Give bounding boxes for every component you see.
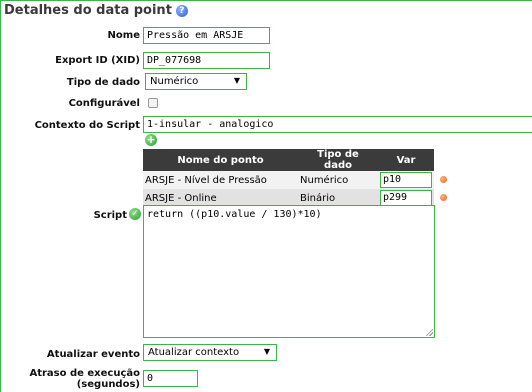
row-actions (434, 189, 456, 207)
table-row: ARSJE - Nível de Pressão Numérico p10 (143, 171, 456, 189)
script-textarea[interactable]: return ((p10.value / 130)*10) (143, 205, 435, 338)
validate-script-icon[interactable]: ✓ (129, 208, 141, 220)
context-label: Contexto do Script (34, 120, 140, 131)
row-point-type: Numérico (298, 171, 378, 189)
context-vars-table: Nome do ponto Tipo de dado Var ARSJE - N… (143, 149, 456, 207)
update-event-value: Atualizar contexto (148, 347, 240, 358)
panel-title: Detalhes do data point ? (4, 3, 188, 18)
remove-icon[interactable] (440, 194, 447, 201)
column-header-actions (434, 149, 456, 171)
row-actions (434, 171, 456, 189)
help-icon[interactable]: ? (175, 4, 188, 17)
name-input[interactable]: Pressão em ARSJE (143, 27, 270, 44)
row-var-cell: p10 (378, 171, 434, 189)
update-event-select[interactable]: Atualizar contexto ▼ (143, 344, 277, 361)
xid-label: Export ID (XID) (55, 55, 140, 66)
var-input[interactable]: p299 (380, 190, 432, 206)
datatype-select-value: Numérico (150, 76, 199, 87)
add-icon[interactable]: + (145, 134, 157, 146)
panel-title-text: Detalhes do data point (4, 3, 172, 18)
settable-checkbox[interactable] (148, 98, 158, 108)
script-text: return ((p10.value / 130)*10) (147, 209, 322, 220)
update-event-label: Atualizar evento (46, 349, 140, 360)
delay-label: Atraso de execução (segundos) (29, 368, 140, 390)
datatype-label: Tipo de dado (66, 77, 140, 88)
settable-label: Configurável (68, 98, 140, 109)
delay-input[interactable]: 0 (143, 370, 198, 387)
column-header-type: Tipo de dado (298, 149, 378, 171)
datatype-select[interactable]: Numérico ▼ (145, 73, 247, 90)
chevron-down-icon: ▼ (263, 347, 270, 356)
xid-input[interactable]: DP_077698 (143, 52, 270, 69)
column-header-var: Var (378, 149, 434, 171)
script-label: Script (93, 210, 127, 221)
row-point-name: ARSJE - Nível de Pressão (143, 171, 298, 189)
remove-icon[interactable] (440, 176, 447, 183)
chevron-down-icon: ▼ (233, 76, 240, 85)
var-input[interactable]: p10 (380, 172, 432, 188)
context-input[interactable]: 1-insular - analogico (143, 116, 532, 133)
column-header-name: Nome do ponto (143, 149, 298, 171)
name-label: Nome (107, 30, 140, 41)
resize-handle-icon[interactable] (425, 328, 433, 336)
